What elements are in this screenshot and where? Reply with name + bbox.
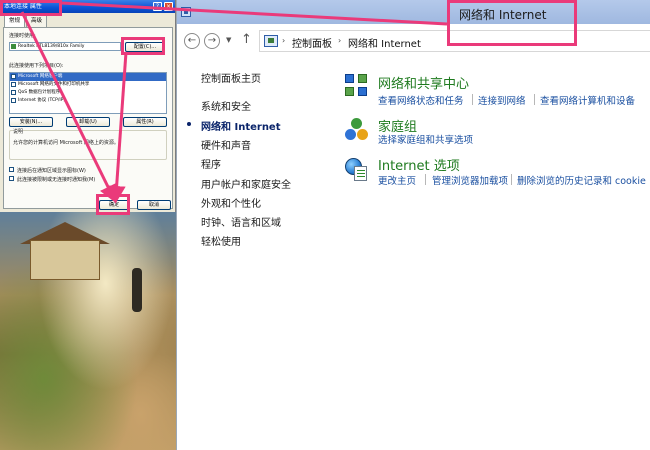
show-icon-checkbox[interactable] [9, 167, 14, 172]
list-item[interactable]: QoS 数据包计划程序 [10, 89, 166, 97]
sidebar-item-ease-of-access[interactable]: 轻松使用 [201, 233, 241, 248]
cancel-button[interactable]: 取消 [137, 200, 171, 210]
internet-options-icon[interactable] [345, 158, 369, 182]
network-sharing-icon[interactable] [345, 74, 369, 98]
tab-general[interactable]: 常规 [4, 15, 26, 27]
recent-pages-chevron-icon[interactable]: ▼ [226, 36, 231, 44]
annotation-box-dialog-title [0, 0, 62, 16]
description-group: 说明 允许您的计算机访问 Microsoft 网络上的资源。 [9, 128, 167, 160]
category-title-network-sharing[interactable]: 网络和共享中心 [378, 73, 469, 92]
description-text: 允许您的计算机访问 Microsoft 网络上的资源。 [13, 140, 119, 146]
sidebar-item-system-security[interactable]: 系统和安全 [201, 98, 251, 113]
link-manage-addons[interactable]: 管理浏览器加载项 [432, 173, 508, 187]
painting-cottage [30, 240, 100, 280]
control-panel-location-icon [264, 35, 278, 47]
list-item[interactable]: Internet 协议 (TCP/IP) [10, 97, 166, 105]
tab-advanced[interactable]: 高级 [26, 15, 48, 27]
sidebar-item-clock-language[interactable]: 时钟、语言和区域 [201, 214, 281, 229]
link-separator [511, 174, 512, 185]
sidebar-item-hardware-sound[interactable]: 硬件和声音 [201, 137, 251, 152]
adapter-name: Realtek RTL8139/810x Family [18, 44, 85, 49]
annotation-box-window-title [447, 0, 577, 46]
local-connection-properties-dialog: 本地连接 属性 ? × 常规 高级 连接时使用: Realtek RTL8139… [0, 0, 176, 212]
active-indicator [187, 122, 191, 126]
network-adapter-icon [11, 44, 16, 49]
link-separator [425, 174, 426, 185]
breadcrumb-separator-icon[interactable]: › [338, 36, 341, 45]
properties-button[interactable]: 属性(R) [123, 117, 167, 127]
notify-label: 此连接被限制或无连接时通知我(M) [17, 177, 96, 183]
checkbox[interactable] [11, 82, 16, 87]
close-icon[interactable]: × [164, 2, 173, 11]
category-title-internet-options[interactable]: Internet 选项 [378, 155, 460, 174]
up-arrow-icon[interactable]: ↑ [241, 32, 252, 47]
link-homegroup-sharing-options[interactable]: 选择家庭组和共享选项 [378, 132, 473, 146]
link-connect-to-network[interactable]: 连接到网络 [478, 93, 526, 107]
list-item[interactable]: Microsoft 网络客户端 [10, 73, 166, 81]
link-separator [534, 94, 535, 105]
link-view-network-computers[interactable]: 查看网络计算机和设备 [540, 93, 635, 107]
connect-using-label: 连接时使用: [9, 33, 36, 39]
sidebar-item-control-panel-home[interactable]: 控制面板主页 [201, 70, 261, 85]
breadcrumb-control-panel[interactable]: 控制面板 [292, 35, 332, 50]
help-icon[interactable]: ? [153, 2, 162, 11]
forward-arrow-icon[interactable]: → [204, 33, 220, 49]
sidebar-item-user-accounts[interactable]: 用户帐户和家庭安全 [201, 176, 291, 191]
annotation-box-ok [96, 194, 130, 215]
painting-figure [132, 268, 142, 312]
uninstall-button[interactable]: 卸载(U) [66, 117, 110, 127]
breadcrumb-network-internet[interactable]: 网络和 Internet [348, 35, 421, 50]
link-change-homepage[interactable]: 更改主页 [378, 173, 416, 187]
notify-checkbox[interactable] [9, 176, 14, 181]
link-delete-browsing-history[interactable]: 删除浏览的历史记录和 cookie [517, 173, 646, 187]
back-arrow-icon[interactable]: ← [184, 33, 200, 49]
annotation-box-configure [121, 37, 165, 55]
connection-items-list: Microsoft 网络客户端 Microsoft 网络的文件和打印机共享 Qo… [9, 72, 167, 114]
checkbox[interactable] [11, 74, 16, 79]
description-label: 说明 [13, 128, 24, 135]
link-separator [472, 94, 473, 105]
checkbox[interactable] [11, 90, 16, 95]
screenshot-root: 本地连接 属性 ? × 常规 高级 连接时使用: Realtek RTL8139… [0, 0, 650, 450]
sidebar-item-programs[interactable]: 程序 [201, 156, 221, 171]
sidebar-item-network-internet: 网络和 Internet [201, 122, 281, 133]
list-item[interactable]: Microsoft 网络的文件和打印机共享 [10, 81, 166, 89]
control-panel-window: 网络和 Internet ← → ▼ ↑ › 控制面板 › 网络和 Intern… [176, 0, 650, 450]
breadcrumb-separator-icon[interactable]: › [282, 36, 285, 45]
install-button[interactable]: 安装(N)... [9, 117, 53, 127]
window-titlebar: 网络和 Internet [177, 0, 650, 24]
show-icon-label: 连接后在通知区域显示图标(W) [17, 168, 86, 174]
items-label: 此连接使用下列项目(O): [9, 63, 64, 69]
checkbox[interactable] [11, 98, 16, 103]
control-panel-icon [181, 7, 191, 17]
address-bar-row: ← → ▼ ↑ › 控制面板 › 网络和 Internet [177, 24, 650, 58]
homegroup-icon[interactable] [345, 118, 369, 142]
adapter-field: Realtek RTL8139/810x Family [9, 42, 121, 51]
link-view-network-status[interactable]: 查看网络状态和任务 [378, 93, 464, 107]
sidebar-item-appearance[interactable]: 外观和个性化 [201, 195, 261, 210]
